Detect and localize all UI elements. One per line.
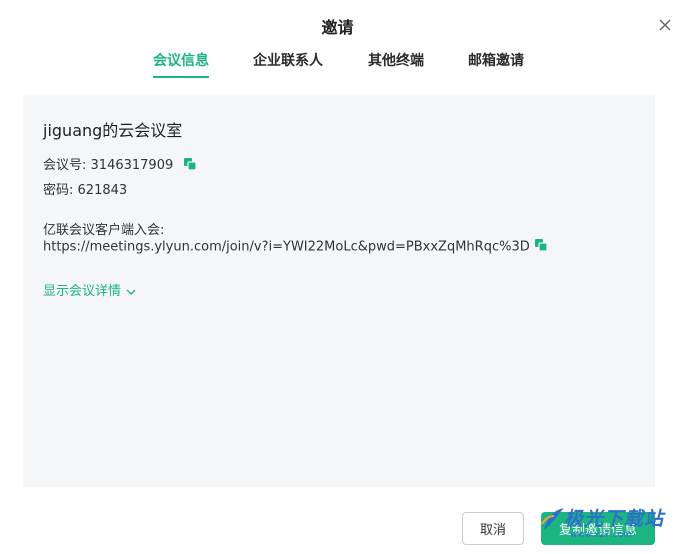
password-label: 密码: xyxy=(43,183,74,198)
close-icon[interactable] xyxy=(657,17,673,33)
join-url-row: https://meetings.ylyun.com/join/v?i=YWI2… xyxy=(43,238,548,256)
tab-meeting-info[interactable]: 会议信息 xyxy=(153,50,209,78)
show-details-label: 显示会议详情 xyxy=(43,284,122,299)
chevron-down-icon xyxy=(125,284,137,299)
client-join-label: 亿联会议客户端入会: xyxy=(43,223,165,238)
active-tab-indicator xyxy=(153,76,209,78)
show-details-link[interactable]: 显示会议详情 xyxy=(43,280,137,299)
password-row: 密码: 621843 xyxy=(43,179,127,198)
copy-icon[interactable] xyxy=(534,238,548,256)
meeting-id-label: 会议号: xyxy=(43,158,87,173)
join-url: https://meetings.ylyun.com/join/v?i=YWI2… xyxy=(43,239,530,255)
cancel-button[interactable]: 取消 xyxy=(462,512,524,545)
tab-bar: 会议信息 企业联系人 其他终端 邮箱邀请 xyxy=(0,50,675,80)
tab-label: 其他终端 xyxy=(368,53,424,69)
copy-icon[interactable] xyxy=(183,157,197,175)
tab-label: 邮箱邀请 xyxy=(468,53,524,69)
tab-other-terminals[interactable]: 其他终端 xyxy=(368,50,424,78)
tab-label: 会议信息 xyxy=(153,53,209,69)
copy-invite-button[interactable]: 复制邀请信息 xyxy=(541,512,655,545)
room-name: jiguang的云会议室 xyxy=(43,121,183,140)
meeting-id-row: 会议号: 3146317909 xyxy=(43,154,197,175)
dialog-title: 邀请 xyxy=(321,18,354,37)
meeting-info-panel: jiguang的云会议室 会议号: 3146317909 密码: 621843 … xyxy=(23,95,655,487)
invite-dialog: 邀请 会议信息 企业联系人 其他终端 邮箱邀请 jiguang的云会议室 会议号… xyxy=(0,0,675,554)
tab-email-invite[interactable]: 邮箱邀请 xyxy=(468,50,524,78)
tab-label: 企业联系人 xyxy=(253,53,323,69)
password-value: 621843 xyxy=(77,183,128,198)
meeting-id-value: 3146317909 xyxy=(90,158,174,173)
tab-enterprise-contacts[interactable]: 企业联系人 xyxy=(253,50,323,78)
